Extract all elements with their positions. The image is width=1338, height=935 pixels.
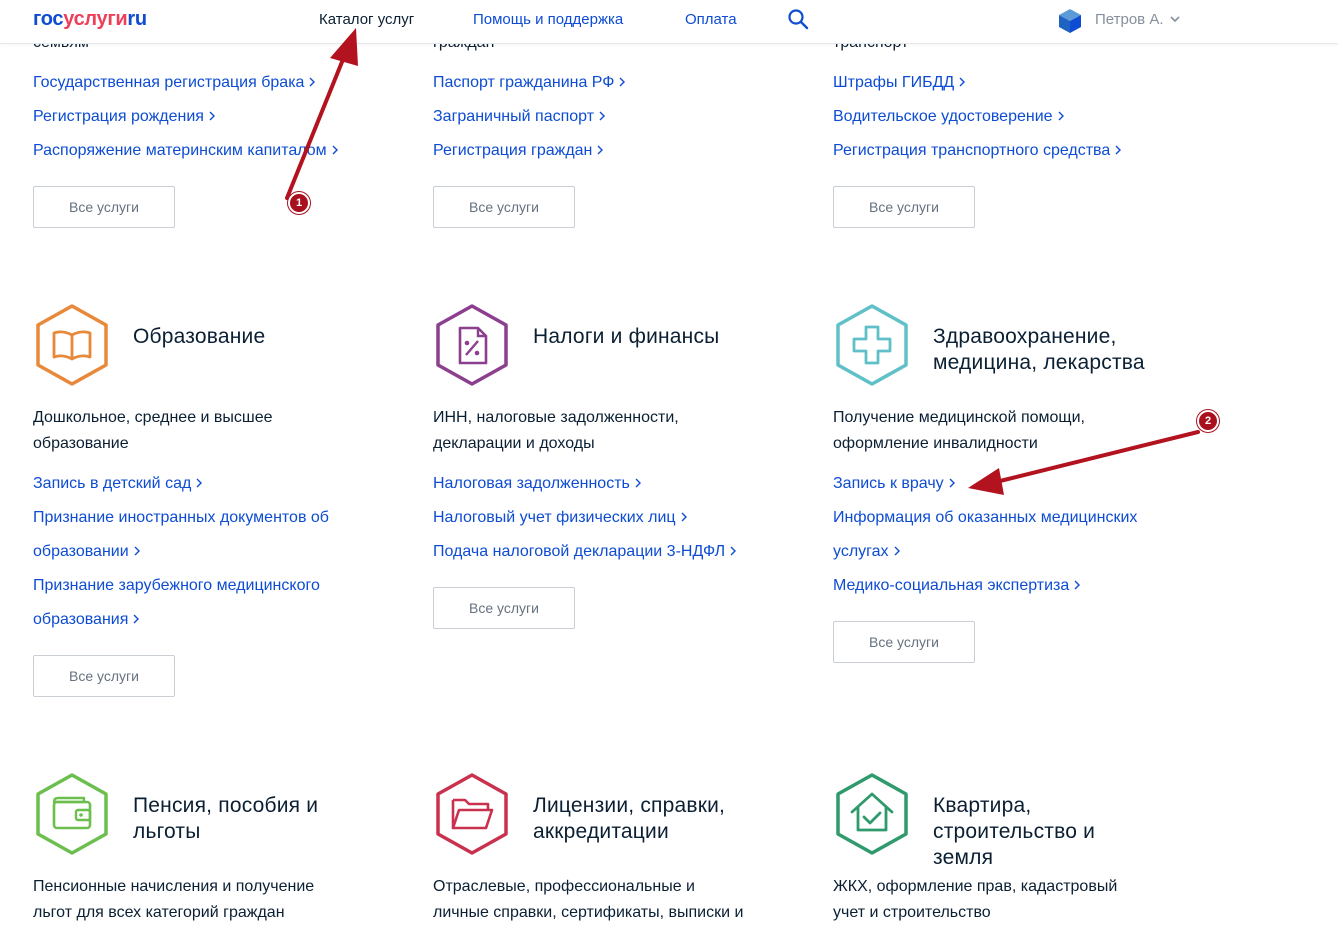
category-title-licenses[interactable]: Лицензии, справки, — [533, 793, 725, 819]
category-title-health[interactable]: медицина, лекарства — [933, 350, 1145, 376]
category-desc: декларации и доходы — [433, 435, 595, 452]
chevron-right-icon — [730, 546, 737, 556]
link-medical-services-info[interactable]: Информация об оказанных медицинских — [833, 508, 1137, 528]
link-doctor-appointment[interactable]: Запись к врачу — [833, 474, 957, 494]
link-foreign-education-docs[interactable]: образовании — [33, 542, 142, 562]
nav-payment[interactable]: Оплата — [685, 11, 737, 28]
book-icon — [36, 304, 108, 386]
nav-help[interactable]: Помощь и поддержка — [473, 11, 623, 28]
chevron-right-icon — [309, 77, 316, 87]
link-vehicle-registration[interactable]: Регистрация транспортного средства — [833, 141, 1123, 161]
category-title-housing[interactable]: Квартира, — [933, 793, 1031, 819]
chevron-right-icon — [1115, 145, 1122, 155]
category-desc: ИНН, налоговые задолженности, — [433, 409, 679, 426]
all-services-button[interactable]: Все услуги — [833, 186, 975, 228]
category-desc: Дошкольное, среднее и высшее — [33, 409, 273, 426]
chevron-right-icon — [635, 478, 641, 488]
chevron-right-icon — [599, 111, 606, 121]
link-tax-registration[interactable]: Налоговый учет физических лиц — [433, 508, 689, 528]
link-kindergarten[interactable]: Запись в детский сад — [33, 474, 204, 494]
link-citizen-registration[interactable]: Регистрация граждан — [433, 141, 605, 161]
all-services-button[interactable]: Все услуги — [433, 587, 575, 629]
link-maternity-capital[interactable]: Распоряжение материнским капиталом — [33, 141, 340, 161]
site-header: госуслугиru Каталог услуг Помощь и подде… — [0, 0, 1338, 44]
all-services-button[interactable]: Все услуги — [33, 186, 175, 228]
annotation-badge-1: 1 — [288, 192, 310, 214]
chevron-right-icon — [209, 111, 215, 121]
chevron-down-icon[interactable] — [1168, 12, 1182, 26]
chevron-right-icon — [134, 546, 140, 556]
category-title-education[interactable]: Образование — [133, 324, 265, 350]
site-logo[interactable]: госуслугиru — [33, 8, 147, 31]
category-title-health[interactable]: Здравоохранение, — [933, 324, 1117, 350]
chevron-right-icon — [1058, 111, 1064, 121]
category-desc: Получение медицинской помощи, — [833, 409, 1085, 426]
annotation-arrow-1 — [285, 28, 358, 200]
link-foreign-medical-education[interactable]: образования — [33, 610, 141, 630]
user-name[interactable]: Петров А. — [1095, 11, 1164, 28]
link-driver-license[interactable]: Водительское удостоверение — [833, 107, 1066, 127]
folder-icon — [436, 773, 508, 855]
category-desc: ЖКХ, оформление прав, кадастровый — [833, 878, 1118, 895]
category-desc: Пенсионные начисления и получение — [33, 878, 315, 895]
chevron-right-icon — [894, 546, 900, 556]
link-tax-declaration[interactable]: Подача налоговой декларации 3-НДФЛ — [433, 542, 738, 562]
link-foreign-medical-education[interactable]: Признание зарубежного медицинского — [33, 576, 320, 596]
all-services-button[interactable]: Все услуги — [833, 621, 975, 663]
all-services-button[interactable]: Все услуги — [433, 186, 575, 228]
category-desc: оформление инвалидности — [833, 435, 1038, 452]
link-foreign-passport[interactable]: Заграничный паспорт — [433, 107, 607, 127]
category-title-licenses[interactable]: аккредитации — [533, 819, 669, 845]
chevron-right-icon — [619, 77, 626, 87]
category-title-pension[interactable]: льготы — [133, 819, 201, 845]
link-traffic-fines[interactable]: Штрафы ГИБДД — [833, 73, 967, 93]
link-tax-debt[interactable]: Налоговая задолженность — [433, 474, 643, 494]
chevron-right-icon — [1074, 580, 1081, 590]
link-medical-services-info[interactable]: услугах — [833, 542, 902, 562]
category-title-housing[interactable]: земля — [933, 845, 993, 871]
chevron-right-icon — [959, 77, 966, 87]
chevron-right-icon — [597, 145, 604, 155]
chevron-right-icon — [133, 614, 140, 624]
tax-document-icon — [436, 304, 508, 386]
category-title-housing[interactable]: строительство и — [933, 819, 1095, 845]
category-title-pension[interactable]: Пенсия, пособия и — [133, 793, 318, 819]
chevron-right-icon — [196, 478, 203, 488]
user-cube-icon[interactable] — [1058, 8, 1082, 34]
chevron-right-icon — [681, 512, 687, 522]
nav-catalog[interactable]: Каталог услуг — [319, 11, 414, 28]
category-desc: образование — [33, 435, 129, 452]
category-title-taxes[interactable]: Налоги и финансы — [533, 324, 719, 350]
chevron-right-icon — [332, 145, 338, 155]
link-foreign-education-docs[interactable]: Признание иностранных документов об — [33, 508, 329, 528]
category-desc: учет и строительство — [833, 904, 991, 921]
link-birth-registration[interactable]: Регистрация рождения — [33, 107, 217, 127]
link-medical-social-expertise[interactable]: Медико-социальная экспертиза — [833, 576, 1082, 596]
wallet-icon — [36, 773, 108, 855]
all-services-button[interactable]: Все услуги — [33, 655, 175, 697]
link-passport-rf[interactable]: Паспорт гражданина РФ — [433, 73, 627, 93]
medical-cross-icon — [836, 304, 908, 386]
chevron-right-icon — [949, 478, 955, 488]
category-desc: Отраслевые, профессиональные и — [433, 878, 695, 895]
search-icon[interactable] — [787, 8, 809, 30]
link-marriage-registration[interactable]: Государственная регистрация брака — [33, 73, 317, 93]
house-check-icon — [836, 773, 908, 855]
category-desc: льгот для всех категорий граждан — [33, 904, 285, 921]
annotation-badge-2: 2 — [1197, 410, 1219, 432]
category-desc: личные справки, сертификаты, выписки и — [433, 904, 744, 921]
